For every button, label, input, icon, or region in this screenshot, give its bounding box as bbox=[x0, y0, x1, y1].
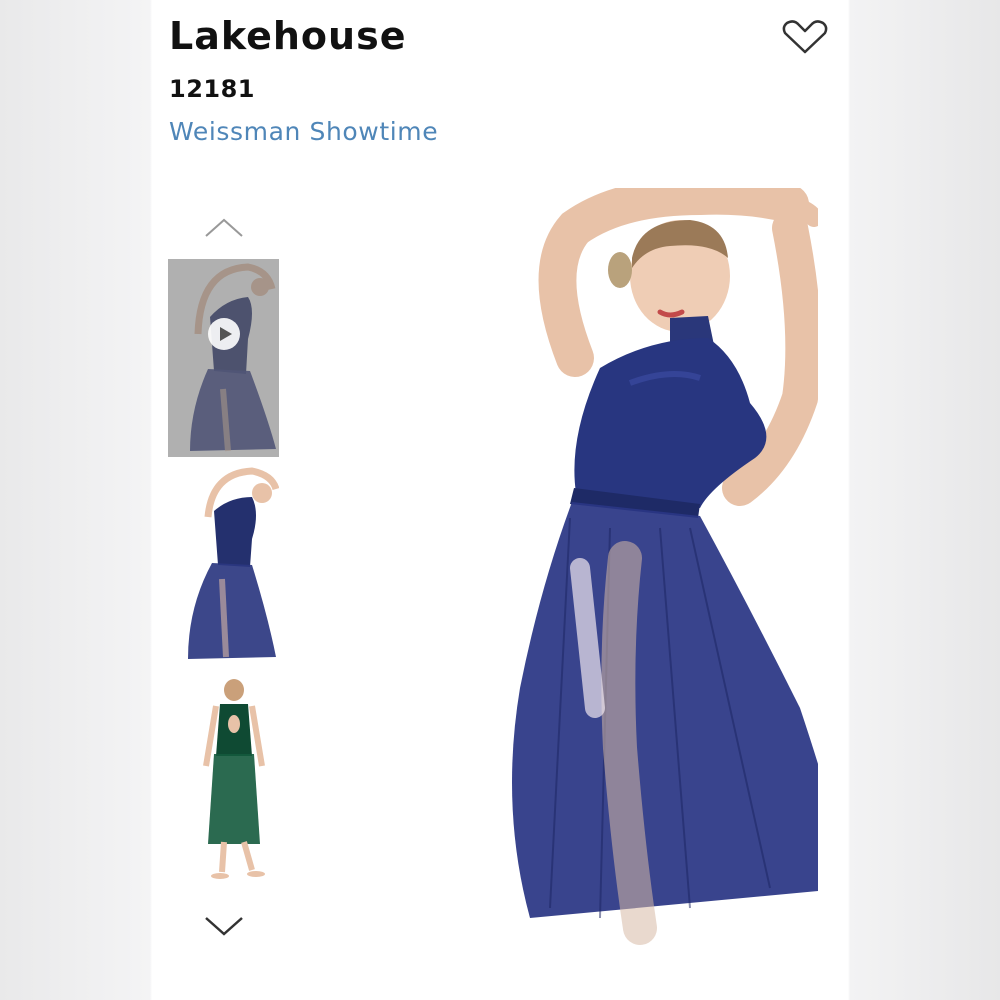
thumbnail-image-navy[interactable] bbox=[168, 467, 279, 665]
product-sku: 12181 bbox=[169, 75, 255, 103]
thumbnail-image bbox=[168, 259, 279, 457]
thumbnail-image-green[interactable] bbox=[168, 676, 279, 886]
play-icon bbox=[208, 318, 240, 350]
thumbnail-scroll-down-button[interactable] bbox=[202, 914, 246, 938]
main-product-image[interactable] bbox=[370, 188, 818, 958]
chevron-up-icon bbox=[205, 218, 243, 237]
product-card: Lakehouse 12181 Weissman Showtime bbox=[152, 0, 848, 1000]
product-title: Lakehouse bbox=[169, 14, 407, 58]
thumbnail-image bbox=[168, 467, 279, 665]
thumbnail-image bbox=[168, 676, 279, 886]
favorite-button[interactable] bbox=[780, 18, 830, 58]
brand-link[interactable]: Weissman Showtime bbox=[169, 117, 438, 146]
heart-outline-icon bbox=[782, 20, 828, 54]
thumbnail-video[interactable] bbox=[168, 259, 279, 457]
thumbnail-scroll-up-button[interactable] bbox=[202, 216, 246, 240]
chevron-down-icon bbox=[205, 917, 243, 936]
